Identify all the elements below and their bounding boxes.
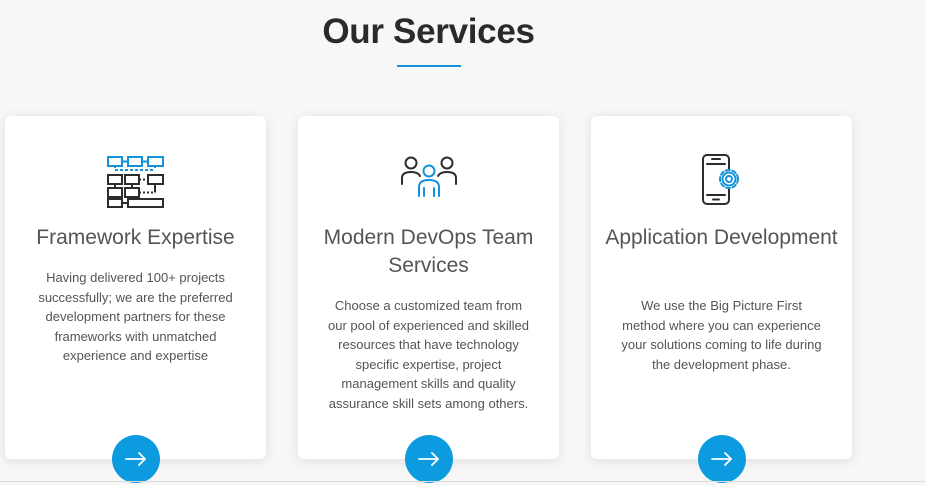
card-description: We use the Big Picture First method wher… <box>621 298 822 372</box>
card-description: Having delivered 100+ projects successfu… <box>38 270 233 363</box>
title-underline <box>397 65 461 67</box>
framework-diagram-icon <box>106 156 164 208</box>
section-bottom-divider <box>0 481 925 482</box>
section-title: Our Services <box>322 12 535 51</box>
card-title: Application Development <box>605 226 838 249</box>
team-people-icon <box>400 156 457 197</box>
devops-team-arrow-button[interactable] <box>404 435 453 483</box>
arrow-right-icon <box>124 452 146 466</box>
card-title: Framework Expertise <box>36 226 235 249</box>
arrow-right-icon <box>710 452 732 466</box>
application-development-arrow-button[interactable] <box>697 435 746 483</box>
arrow-right-icon <box>417 452 439 466</box>
service-card-devops: Modern DevOps Team Services Choose a cus… <box>298 116 559 483</box>
service-card-framework: Framework Expertise Having delivered 100… <box>5 116 266 483</box>
card-description: Choose a customized team from our pool o… <box>328 298 529 411</box>
service-card-application: Application Development We use the Big P… <box>591 116 852 483</box>
card-title: Modern DevOps Team Services <box>323 226 534 277</box>
mobile-gear-icon <box>701 154 739 205</box>
framework-expertise-arrow-button[interactable] <box>111 435 160 483</box>
